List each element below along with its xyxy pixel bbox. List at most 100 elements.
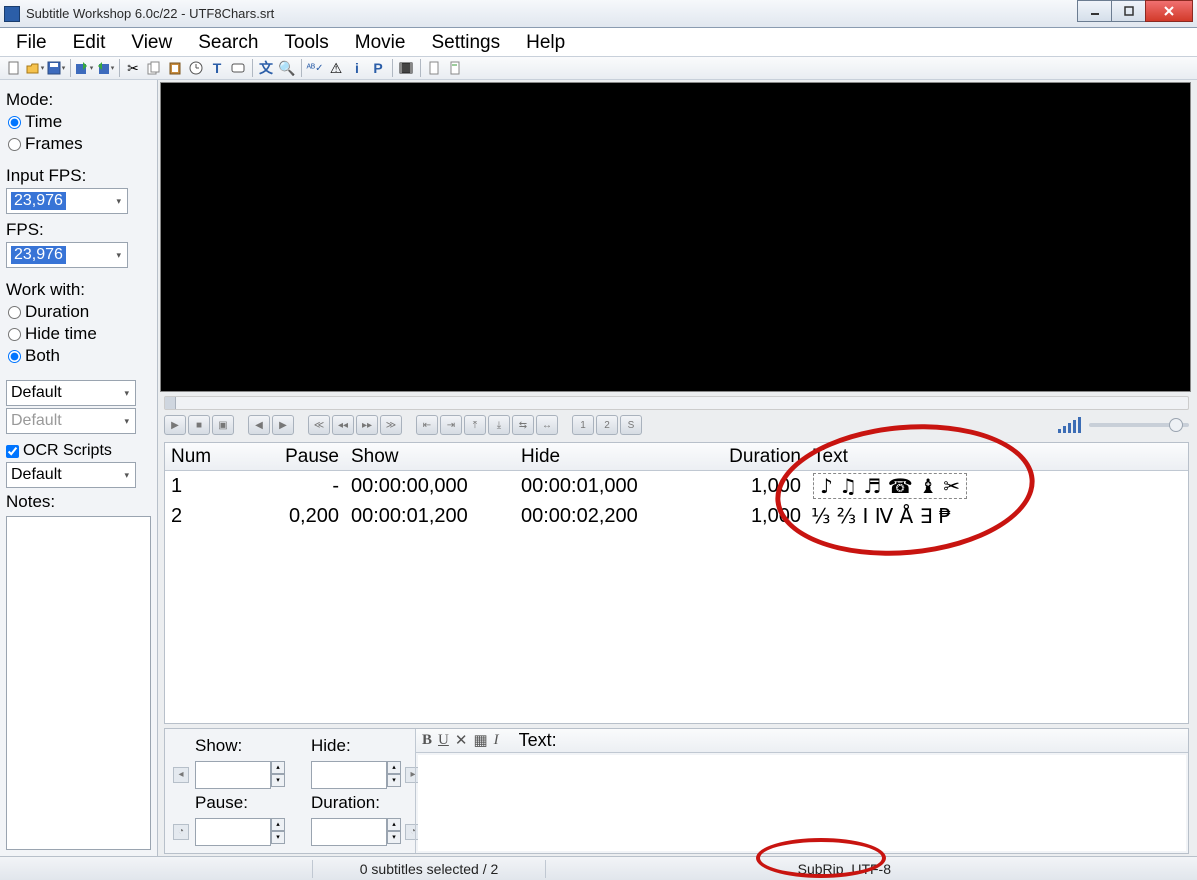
duration-field[interactable] [311, 818, 387, 846]
btn-1[interactable]: 1 [572, 415, 594, 435]
set-end-button[interactable]: ⤓ [488, 415, 510, 435]
radio-time[interactable]: Time [6, 112, 151, 132]
col-text[interactable]: Text [807, 445, 1188, 469]
mark-in-button[interactable]: ⇤ [416, 415, 438, 435]
doc2-icon[interactable] [445, 58, 465, 78]
clear-icon[interactable]: ✕ [455, 731, 468, 750]
set-start-button[interactable]: ⤒ [464, 415, 486, 435]
import-icon[interactable]: ▾ [95, 58, 115, 78]
charset-combo-1[interactable]: Default▾ [6, 380, 136, 406]
video-icon[interactable] [396, 58, 416, 78]
input-fps-combo[interactable]: 23,976▾ [6, 188, 128, 214]
spellcheck-icon[interactable]: ᴬᴮ✓ [305, 58, 325, 78]
radio-time-input[interactable] [8, 116, 21, 129]
shift-button[interactable]: ↔ [536, 415, 558, 435]
record-button[interactable]: ▣ [212, 415, 234, 435]
btn-2[interactable]: 2 [596, 415, 618, 435]
text-icon[interactable]: T [207, 58, 227, 78]
radio-hide-time[interactable]: Hide time [6, 324, 151, 344]
radio-frames-input[interactable] [8, 138, 21, 151]
table-row[interactable]: 1 - 00:00:00,000 00:00:01,000 1,000 ♪ ♫ … [165, 471, 1188, 501]
pascal-icon[interactable]: P [368, 58, 388, 78]
next-button[interactable]: ▶ [272, 415, 294, 435]
col-show[interactable]: Show [345, 445, 515, 469]
save-icon[interactable]: ▾ [46, 58, 66, 78]
radio-frames[interactable]: Frames [6, 134, 151, 154]
radio-both-input[interactable] [8, 350, 21, 363]
duration-spin[interactable]: ▴▾ [387, 818, 401, 846]
text-area[interactable] [418, 755, 1186, 851]
cut-icon[interactable]: ✂ [123, 58, 143, 78]
subtitle-icon[interactable] [228, 58, 248, 78]
menu-edit[interactable]: Edit [63, 30, 122, 56]
subtitle-table[interactable]: Num Pause Show Hide Duration Text 1 - 00… [164, 442, 1189, 724]
copy-icon[interactable] [144, 58, 164, 78]
info-icon[interactable]: i [347, 58, 367, 78]
rewind-button[interactable]: ≪ [308, 415, 330, 435]
play-button[interactable]: ▶ [164, 415, 186, 435]
warning-icon[interactable]: ⚠ [326, 58, 346, 78]
separator [545, 860, 546, 878]
volume-slider[interactable] [1089, 423, 1189, 427]
col-num[interactable]: Num [165, 445, 245, 469]
pause-field[interactable] [195, 818, 271, 846]
text-editor: B U ✕ ▦ I Text: [415, 729, 1188, 853]
stop-button[interactable]: ■ [188, 415, 210, 435]
charset-combo-2[interactable]: Default▾ [6, 408, 136, 434]
chevron-down-icon: ▾ [120, 388, 133, 399]
search-icon[interactable]: 🔍 [277, 58, 297, 78]
hide-spin[interactable]: ▴▾ [387, 761, 401, 789]
ffwd-button[interactable]: ≫ [380, 415, 402, 435]
open-icon[interactable]: ▾ [25, 58, 45, 78]
new-icon[interactable] [4, 58, 24, 78]
close-button[interactable] [1145, 0, 1193, 22]
menu-tools[interactable]: Tools [274, 30, 344, 56]
menu-movie[interactable]: Movie [345, 30, 422, 56]
bold-icon[interactable]: B [422, 732, 432, 749]
btn-s[interactable]: S [620, 415, 642, 435]
hide-field[interactable] [311, 761, 387, 789]
menu-help[interactable]: Help [516, 30, 581, 56]
menu-file[interactable]: File [6, 30, 63, 56]
paste-icon[interactable] [165, 58, 185, 78]
ocr-combo[interactable]: Default▾ [6, 462, 136, 488]
doc1-icon[interactable] [424, 58, 444, 78]
radio-duration[interactable]: Duration [6, 302, 151, 322]
style-icon[interactable]: ▦ [473, 731, 487, 750]
clock1-icon[interactable]: ◔ [173, 824, 189, 840]
notes-textarea[interactable] [6, 516, 151, 850]
time-icon[interactable] [186, 58, 206, 78]
maximize-button[interactable] [1111, 0, 1146, 22]
prev-button[interactable]: ◀ [248, 415, 270, 435]
col-pause[interactable]: Pause [245, 445, 345, 469]
content-column: ▶ ■ ▣ ◀ ▶ ≪ ◂◂ ▸▸ ≫ ⇤ ⇥ ⤒ ⤓ ⇆ ↔ [158, 80, 1197, 856]
italic-icon[interactable]: I [494, 732, 499, 749]
ocr-scripts-check[interactable]: OCR Scripts [6, 442, 151, 460]
menu-view[interactable]: View [121, 30, 188, 56]
work-with-label: Work with: [6, 280, 151, 300]
minimize-button[interactable] [1077, 0, 1112, 22]
col-hide[interactable]: Hide [515, 445, 697, 469]
video-preview[interactable] [160, 82, 1191, 392]
prev-sub-button[interactable]: ◂ [173, 767, 189, 783]
export-icon[interactable]: ▾ [74, 58, 94, 78]
translate-icon[interactable]: 文 [256, 58, 276, 78]
ocr-checkbox[interactable] [6, 445, 19, 458]
mark-out-button[interactable]: ⇥ [440, 415, 462, 435]
fwd-button[interactable]: ▸▸ [356, 415, 378, 435]
radio-duration-input[interactable] [8, 306, 21, 319]
back-button[interactable]: ◂◂ [332, 415, 354, 435]
col-dur[interactable]: Duration [697, 445, 807, 469]
menu-search[interactable]: Search [188, 30, 274, 56]
pause-spin[interactable]: ▴▾ [271, 818, 285, 846]
underline-icon[interactable]: U [438, 732, 449, 749]
seek-bar[interactable] [164, 396, 1189, 410]
menu-settings[interactable]: Settings [421, 30, 516, 56]
table-row[interactable]: 2 0,200 00:00:01,200 00:00:02,200 1,000 … [165, 501, 1188, 531]
sync-button[interactable]: ⇆ [512, 415, 534, 435]
show-field[interactable] [195, 761, 271, 789]
radio-hidetime-input[interactable] [8, 328, 21, 341]
fps-combo[interactable]: 23,976▾ [6, 242, 128, 268]
show-spin[interactable]: ▴▾ [271, 761, 285, 789]
radio-both[interactable]: Both [6, 346, 151, 366]
